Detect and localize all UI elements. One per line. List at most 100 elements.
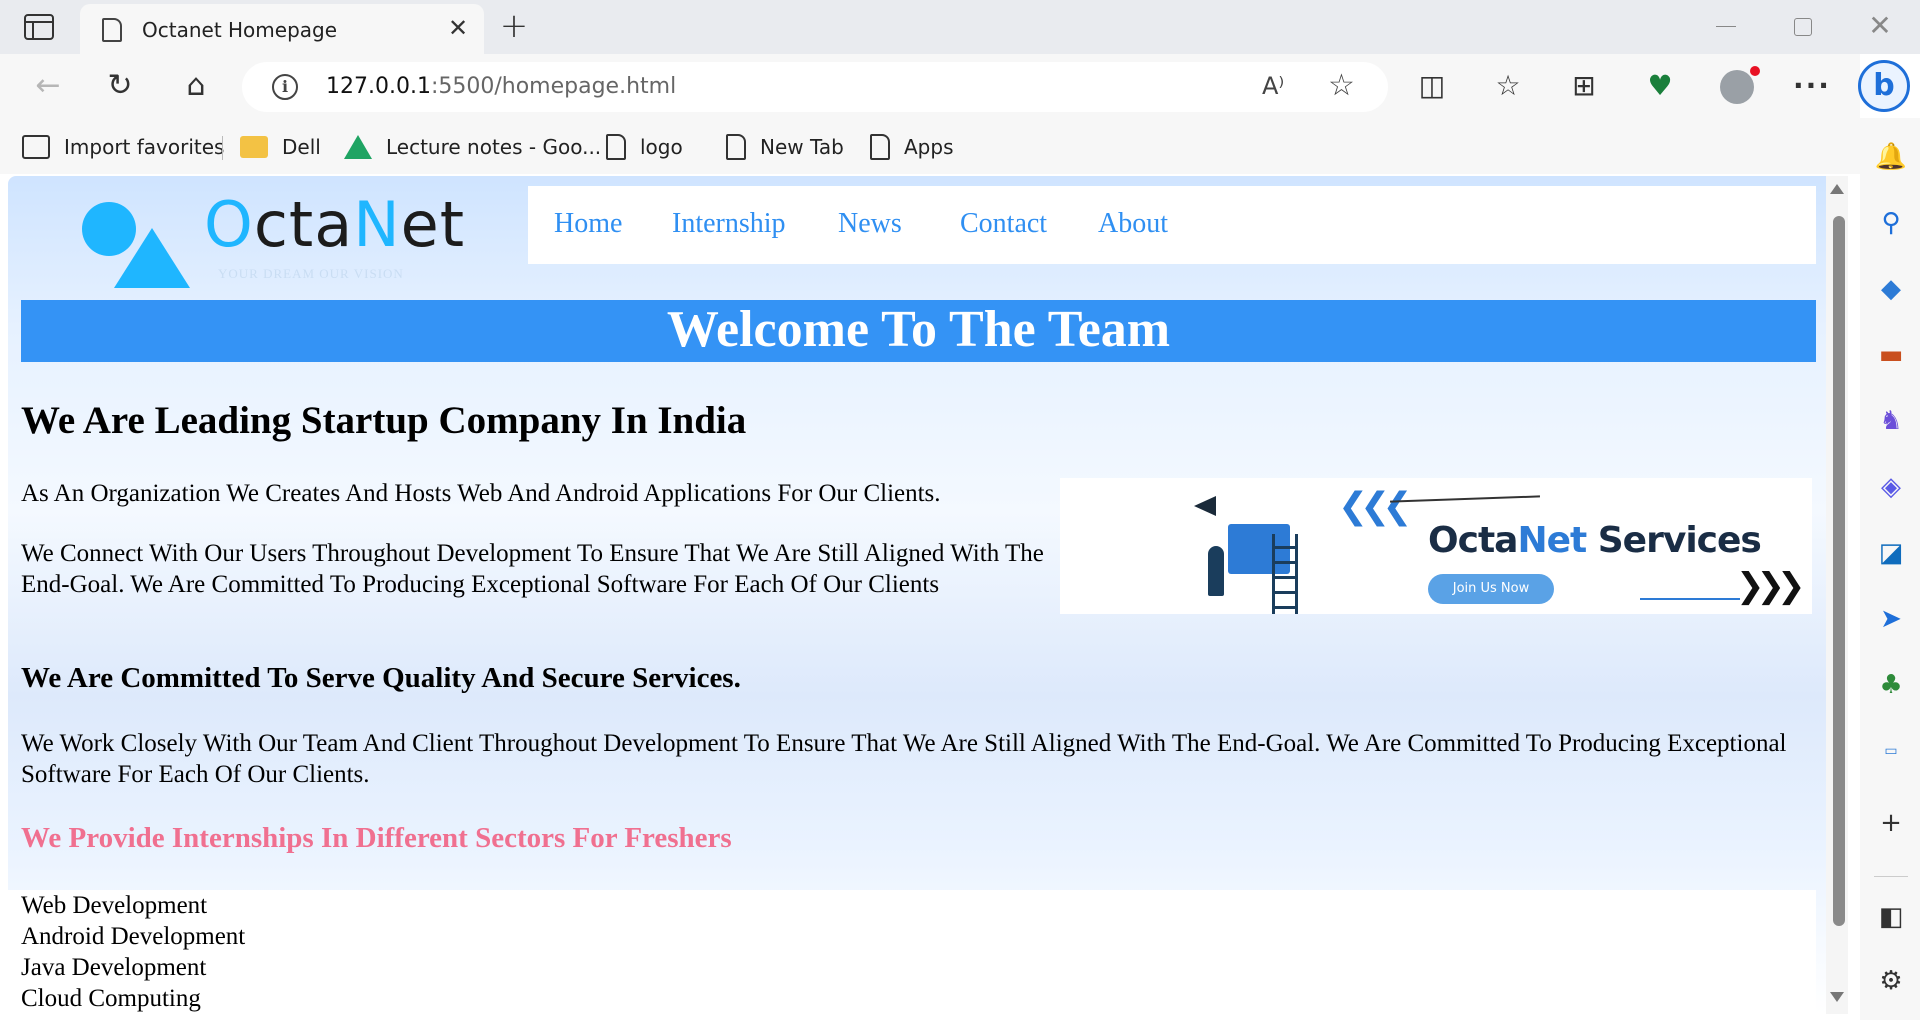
tab-actions-icon[interactable] — [24, 14, 54, 40]
bookmark-divider — [222, 136, 223, 160]
site-nav: Home Internship News Contact About — [528, 186, 1816, 264]
chevrons-left-icon: ❮❮❮ — [1338, 486, 1412, 527]
url-host: 127.0.0.1 — [326, 74, 431, 99]
nav-link-news[interactable]: News — [838, 208, 902, 240]
sector-list: Web Development Android Development Java… — [21, 890, 245, 1014]
search-icon[interactable]: ⚲ — [1874, 206, 1908, 240]
window-close-button[interactable]: ✕ — [1866, 10, 1894, 42]
send-icon[interactable]: ➤ — [1874, 602, 1908, 636]
ladder-illustration — [1272, 534, 1298, 614]
scrollbar-thumb[interactable] — [1833, 216, 1845, 926]
tree-icon[interactable]: ♣ — [1874, 668, 1908, 702]
profile-icon[interactable] — [1716, 66, 1760, 106]
avatar — [1720, 66, 1760, 104]
logo-letter-o: O — [204, 188, 254, 261]
nav-link-about[interactable]: About — [1098, 208, 1168, 240]
outlook-icon[interactable]: ◪ — [1874, 536, 1908, 570]
bookmarks-bar: Import favorites Dell Lecture notes - Go… — [0, 118, 1860, 174]
favorite-star-icon[interactable]: ☆ — [1328, 68, 1355, 103]
page-icon — [870, 134, 890, 160]
google-drive-icon — [344, 135, 372, 159]
tag-icon[interactable]: ◆ — [1874, 272, 1908, 306]
page-scrollbar[interactable] — [1826, 176, 1848, 1014]
favorites-icon[interactable]: ☆ — [1488, 66, 1528, 106]
banner-title-services: Services — [1586, 520, 1762, 561]
paragraph-connect: We Connect With Our Users Throughout Dev… — [21, 540, 1044, 598]
page-icon — [102, 18, 122, 42]
nav-link-home[interactable]: Home — [554, 208, 622, 240]
bookmark-label: logo — [640, 135, 683, 159]
logo-letter-n: N — [353, 188, 401, 261]
bookmark-dell[interactable]: Dell — [240, 132, 321, 162]
url-path: :5500/homepage.html — [430, 74, 677, 99]
scroll-up-arrow-icon[interactable] — [1830, 184, 1844, 194]
logo-wordmark: OctaNet — [204, 188, 465, 261]
services-banner-image[interactable]: ❮❮❮ OctaNet Services Join Us Now ❯❯❯ — [1060, 478, 1812, 614]
bookmark-label: Import favorites — [64, 135, 225, 159]
banner-illustration — [1188, 486, 1328, 614]
paragraph-work-closely: We Work Closely With Our Team And Client… — [21, 730, 1787, 788]
heading-leading-startup: We Are Leading Startup Company In India — [21, 399, 747, 442]
bookmark-label: New Tab — [760, 135, 844, 159]
toolbox-icon[interactable]: ▬ — [1874, 338, 1908, 372]
welcome-banner: Welcome To The Team — [21, 300, 1816, 362]
bookmark-import-favorites[interactable]: Import favorites — [22, 132, 224, 162]
address-bar[interactable]: i 127.0.0.1:5500/homepage.html A⁾ ☆ — [242, 62, 1388, 112]
games-icon[interactable]: ♞ — [1874, 404, 1908, 438]
copilot-icon[interactable]: b — [1858, 60, 1910, 112]
nav-link-contact[interactable]: Contact — [960, 208, 1047, 240]
more-options-icon[interactable]: ··· — [1792, 66, 1832, 106]
logo-letters-cta: cta — [253, 188, 354, 261]
chevrons-right-icon: ❯❯❯ — [1736, 566, 1806, 606]
browser-essentials-icon[interactable]: ♥ — [1640, 66, 1680, 106]
read-aloud-icon[interactable]: A⁾ — [1262, 72, 1284, 100]
url-text[interactable]: 127.0.0.1:5500/homepage.html — [326, 74, 676, 99]
home-button[interactable]: ⌂ — [174, 64, 218, 108]
list-item: Cloud Computing — [21, 985, 201, 1012]
bookmark-apps[interactable]: Apps — [870, 132, 954, 162]
add-icon[interactable]: + — [1874, 806, 1908, 840]
octanet-app-icon[interactable]: ▭ — [1874, 734, 1908, 768]
banner-title-octa: Octa — [1428, 520, 1518, 561]
split-screen-icon[interactable]: ◫ — [1412, 66, 1452, 106]
page-icon — [606, 134, 626, 160]
paragraph-organization: As An Organization We Creates And Hosts … — [21, 480, 941, 507]
banner-line-decoration — [1640, 598, 1740, 600]
sectors-panel — [8, 890, 1816, 1014]
banner-title-net: Net — [1517, 520, 1587, 561]
sidebar-toggle-icon[interactable]: ◧ — [1874, 900, 1908, 934]
reload-button[interactable]: ↻ — [98, 64, 142, 108]
join-us-now-button[interactable]: Join Us Now — [1428, 574, 1554, 604]
banner-title: OctaNet Services — [1428, 520, 1762, 561]
settings-gear-icon[interactable]: ⚙ — [1874, 964, 1908, 998]
heading-internships: We Provide Internships In Different Sect… — [21, 822, 732, 854]
nav-link-internship[interactable]: Internship — [672, 208, 786, 240]
list-item: Web Development — [21, 892, 208, 919]
edge-sidebar: 🔔 ⚲ ◆ ▬ ♞ ◈ ◪ ➤ ♣ ▭ + ◧ ⚙ — [1860, 118, 1920, 1020]
tab-title: Octanet Homepage — [142, 18, 338, 42]
list-item: Java Development — [21, 954, 207, 981]
scroll-down-arrow-icon[interactable] — [1830, 992, 1844, 1002]
bookmark-label: Dell — [282, 135, 321, 159]
bookmark-label: Apps — [904, 135, 954, 159]
tab-strip: Octanet Homepage ✕ + ✕ — [0, 0, 1920, 54]
bell-icon[interactable]: 🔔 — [1874, 140, 1908, 174]
new-tab-button[interactable]: + — [498, 8, 530, 44]
minimize-button[interactable] — [1716, 12, 1736, 40]
person-illustration — [1208, 546, 1224, 596]
bookmark-new-tab[interactable]: New Tab — [726, 132, 844, 162]
back-button[interactable]: ← — [26, 64, 70, 108]
bookmark-logo[interactable]: logo — [606, 132, 683, 162]
collections-icon[interactable]: ⊞ — [1564, 66, 1604, 106]
bookmark-lecture-notes[interactable]: Lecture notes - Goo... — [344, 132, 601, 162]
browser-toolbar: ← ↻ ⌂ i 127.0.0.1:5500/homepage.html A⁾ … — [0, 54, 1860, 118]
page-viewport: OctaNet YOUR DREAM OUR VISION Home Inter… — [8, 176, 1830, 1014]
octanet-logo[interactable]: OctaNet YOUR DREAM OUR VISION — [78, 188, 478, 288]
maximize-button[interactable] — [1794, 18, 1812, 36]
close-tab-icon[interactable]: ✕ — [444, 14, 472, 42]
browser-tab[interactable]: Octanet Homepage ✕ — [80, 4, 484, 54]
logo-tagline: YOUR DREAM OUR VISION — [218, 266, 404, 281]
logo-triangle-shape — [114, 228, 190, 288]
site-info-icon[interactable]: i — [272, 74, 298, 100]
microsoft-365-icon[interactable]: ◈ — [1874, 470, 1908, 504]
